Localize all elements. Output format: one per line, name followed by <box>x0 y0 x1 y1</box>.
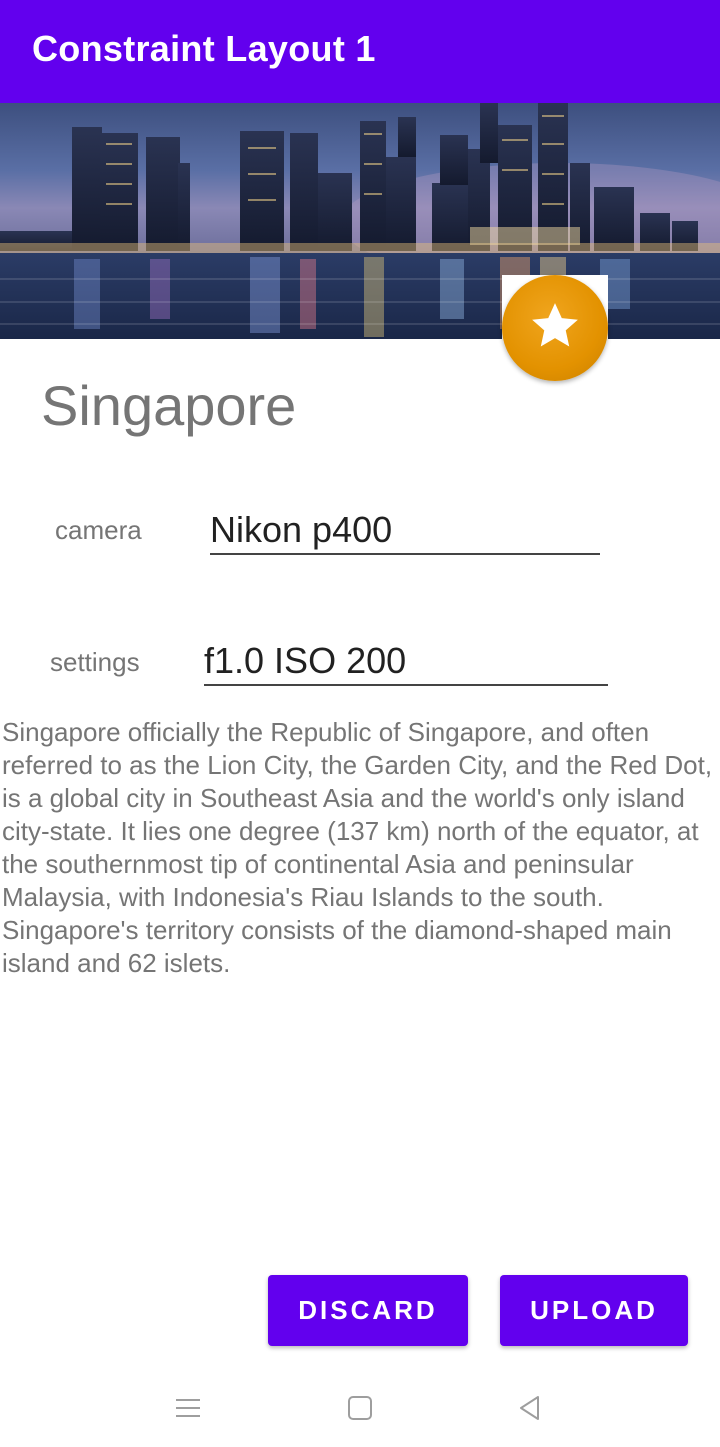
home-square-icon[interactable] <box>338 1386 382 1430</box>
camera-input[interactable] <box>210 507 600 555</box>
description-text: Singapore officially the Republic of Sin… <box>2 717 713 978</box>
star-icon <box>527 298 583 359</box>
app-bar: Constraint Layout 1 <box>0 0 720 103</box>
screen: Constraint Layout 1 Singapore camera Nik… <box>0 0 720 1447</box>
settings-input[interactable] <box>204 638 608 686</box>
back-triangle-icon[interactable] <box>508 1386 552 1430</box>
city-title: Singapore <box>41 374 297 437</box>
hero-image <box>0 103 720 339</box>
discard-button[interactable]: DISCARD <box>268 1275 468 1346</box>
system-nav-bar <box>0 1372 720 1447</box>
camera-label: camera <box>55 515 142 545</box>
app-title: Constraint Layout 1 <box>32 28 376 69</box>
upload-button[interactable]: UPLOAD <box>500 1275 688 1346</box>
menu-icon[interactable] <box>166 1386 210 1430</box>
settings-label: settings <box>50 647 140 677</box>
favorite-button[interactable] <box>502 275 608 381</box>
